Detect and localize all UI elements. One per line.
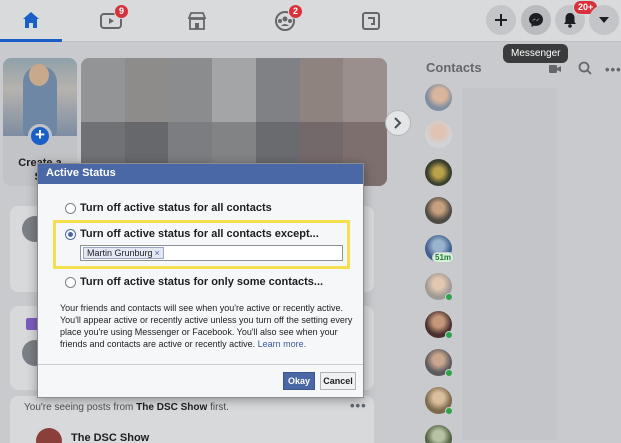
post-options-icon[interactable]: •••: [350, 398, 367, 413]
contact-names-blurred: [462, 88, 557, 440]
online-indicator: [445, 369, 453, 377]
contact-avatar[interactable]: [425, 197, 452, 224]
account-menu-button[interactable]: [589, 5, 619, 35]
contact-avatar[interactable]: [425, 84, 452, 111]
notifications-button[interactable]: 20+: [555, 0, 599, 35]
store-icon: [187, 12, 207, 30]
top-navigation: 9 2 20+: [0, 0, 621, 42]
contact-avatar[interactable]: [425, 159, 452, 186]
bell-icon: [564, 13, 576, 28]
option-except-label: Turn off active status for all contacts …: [80, 228, 319, 240]
contact-avatar[interactable]: [425, 425, 452, 443]
stories-next-button[interactable]: [385, 110, 411, 136]
search-icon[interactable]: [578, 61, 592, 75]
dsc-show-avatar: [36, 428, 62, 443]
cancel-button[interactable]: Cancel: [320, 372, 356, 390]
dialog-title: Active Status: [38, 164, 363, 184]
active-status-info: Your friends and contacts will see when …: [60, 303, 353, 349]
contact-tag: Martin Grunburg ×: [83, 247, 164, 259]
video-call-icon[interactable]: [549, 64, 561, 74]
last-active-badge: 51m: [432, 252, 455, 263]
contact-avatar[interactable]: [425, 121, 452, 148]
contacts-exception-input[interactable]: Martin Grunburg ×: [80, 245, 343, 261]
contact-tag-name: Martin Grunburg: [87, 248, 153, 258]
create-button[interactable]: [486, 5, 516, 35]
option-some-label: Turn off active status for only some con…: [80, 276, 324, 288]
remove-tag-icon[interactable]: ×: [155, 248, 160, 258]
online-indicator: [445, 293, 453, 301]
option-all-label: Turn off active status for all contacts: [80, 202, 272, 214]
radio-button[interactable]: [65, 276, 76, 288]
online-indicator: [445, 407, 453, 415]
radio-button-selected[interactable]: [65, 228, 76, 240]
learn-more-link[interactable]: Learn more.: [258, 339, 307, 349]
option-all-contacts[interactable]: Turn off active status for all contacts: [65, 202, 272, 214]
favorites-notice: You're seeing posts from The DSC Show fi…: [24, 402, 229, 413]
option-some-contacts[interactable]: Turn off active status for only some con…: [65, 276, 323, 288]
okay-button[interactable]: Okay: [283, 372, 315, 390]
option-except-contacts[interactable]: Turn off active status for all contacts …: [65, 228, 319, 240]
chevron-right-icon: [394, 117, 402, 129]
nav-marketplace-tab[interactable]: [166, 0, 228, 42]
caret-down-icon: [599, 17, 609, 23]
online-indicator: [445, 331, 453, 339]
contacts-heading: Contacts: [426, 60, 482, 75]
messenger-icon: [529, 13, 543, 27]
nav-home-tab[interactable]: [0, 0, 62, 42]
plus-icon: [495, 14, 507, 26]
nav-gaming-tab[interactable]: [340, 0, 402, 42]
nav-watch-tab[interactable]: 9: [80, 0, 142, 42]
home-icon: [23, 11, 39, 28]
watch-badge: 9: [114, 4, 130, 19]
dialog-divider: [38, 364, 363, 365]
gaming-icon: [362, 12, 380, 30]
post-author[interactable]: The DSC Show: [71, 432, 149, 443]
radio-button[interactable]: [65, 202, 76, 214]
groups-badge: 2: [288, 4, 304, 19]
add-story-icon[interactable]: +: [28, 124, 52, 148]
contacts-options-icon[interactable]: •••: [605, 62, 621, 77]
messenger-button[interactable]: [521, 5, 551, 35]
messenger-tooltip: Messenger: [503, 44, 569, 63]
nav-groups-tab[interactable]: 2: [254, 0, 316, 42]
